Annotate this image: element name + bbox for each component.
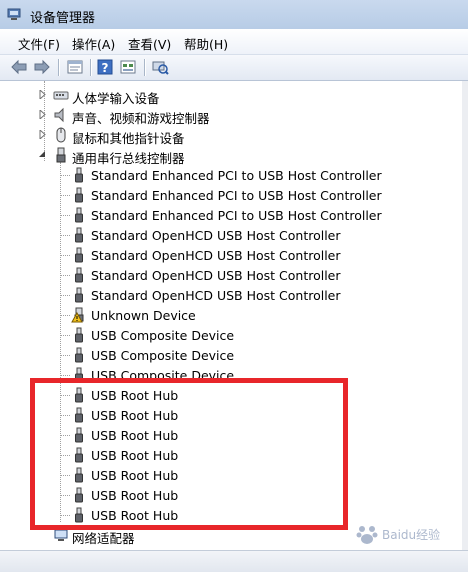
usb-plug-icon (75, 207, 83, 223)
view-icon[interactable] (119, 59, 137, 75)
usb-device-label: Standard OpenHCD USB Host Controller (91, 288, 341, 303)
tree-category-sound[interactable]: 声音、视频和游戏控制器 (0, 105, 460, 126)
usb-device-row[interactable]: Unknown Device (0, 305, 460, 325)
tree-connector (61, 355, 70, 356)
tree-connector (61, 195, 70, 196)
back-arrow-icon[interactable] (10, 59, 28, 75)
tree-connector (61, 315, 70, 316)
usb-device-label: USB Composite Device (91, 328, 235, 343)
tree-connector (61, 295, 70, 296)
forward-arrow-icon[interactable] (33, 59, 51, 75)
menu-bar: 文件(F) 操作(A) 查看(V) 帮助(H) (0, 29, 468, 55)
menu-help[interactable]: 帮助(H) (184, 34, 228, 53)
watermark-text: Baidu经验 (382, 528, 441, 542)
usb-device-row[interactable]: Standard OpenHCD USB Host Controller (0, 265, 460, 285)
menu-view[interactable]: 查看(V) (128, 34, 171, 53)
usb-device-row[interactable]: Standard Enhanced PCI to USB Host Contro… (0, 185, 460, 205)
mouse-icon (56, 127, 66, 143)
usb-device-row[interactable]: USB Composite Device (0, 325, 460, 345)
tree-connector (61, 215, 70, 216)
usb-plug-icon (75, 247, 83, 263)
tree-category-hid[interactable]: 人体学输入设备 (0, 85, 460, 106)
warning-device-icon (71, 307, 84, 323)
usb-device-row[interactable]: Standard Enhanced PCI to USB Host Contro… (0, 205, 460, 225)
tree-category-mouse[interactable]: 鼠标和其他指针设备 (0, 125, 460, 146)
usb-device-row[interactable]: USB Composite Device (0, 345, 460, 365)
usb-plug-icon (75, 227, 83, 243)
properties-icon[interactable] (66, 59, 84, 75)
paw-logo-icon (356, 526, 378, 544)
expand-arrow-icon[interactable] (39, 110, 47, 119)
status-bar (0, 550, 468, 572)
usb-plug-icon (75, 267, 83, 283)
usb-device-row[interactable]: Standard Enhanced PCI to USB Host Contro… (0, 165, 460, 185)
title-bar[interactable]: 设备管理器 (0, 0, 468, 29)
highlight-annotation-box (30, 378, 348, 530)
usb-device-label: Unknown Device (91, 308, 196, 323)
menu-file[interactable]: 文件(F) (18, 34, 60, 53)
usb-plug-icon (75, 167, 83, 183)
usb-device-row[interactable]: Standard OpenHCD USB Host Controller (0, 245, 460, 265)
usb-device-row[interactable]: Standard OpenHCD USB Host Controller (0, 225, 460, 245)
tree-connector (61, 335, 70, 336)
toolbar-separator (144, 59, 146, 76)
usb-device-label: Standard Enhanced PCI to USB Host Contro… (91, 208, 382, 223)
usb-plug-icon (75, 327, 83, 343)
usb-device-label: Standard Enhanced PCI to USB Host Contro… (91, 168, 382, 183)
usb-device-label: Standard OpenHCD USB Host Controller (91, 268, 341, 283)
svg-text:?: ? (102, 61, 109, 75)
usb-device-label: Standard Enhanced PCI to USB Host Contro… (91, 188, 382, 203)
usb-device-label: Standard OpenHCD USB Host Controller (91, 248, 341, 263)
usb-plug-icon (75, 347, 83, 363)
category-label: 网络适配器 (72, 531, 135, 546)
window-title: 设备管理器 (30, 11, 96, 26)
usb-device-row[interactable]: Standard OpenHCD USB Host Controller (0, 285, 460, 305)
hid-icon (53, 91, 69, 100)
usb-controller-icon (56, 147, 66, 163)
usb-plug-icon (75, 187, 83, 203)
toolbar-separator (58, 59, 60, 76)
tree-category-usb[interactable]: 通用串行总线控制器 (0, 145, 460, 166)
usb-device-label: Standard OpenHCD USB Host Controller (91, 228, 341, 243)
tree-connector (61, 255, 70, 256)
tree-connector (61, 275, 70, 276)
toolbar: ? (0, 55, 468, 81)
vertical-scrollbar[interactable] (462, 81, 468, 550)
help-icon[interactable]: ? (96, 59, 114, 75)
usb-plug-icon (75, 287, 83, 303)
menu-action[interactable]: 操作(A) (72, 34, 115, 53)
device-manager-icon (7, 8, 21, 20)
usb-device-label: USB Composite Device (91, 348, 235, 363)
expand-arrow-icon[interactable] (39, 130, 47, 139)
scan-hardware-icon[interactable] (151, 59, 169, 75)
toolbar-separator (90, 59, 92, 76)
baidu-watermark: Baidu经验 (352, 520, 464, 548)
speaker-icon (54, 107, 64, 123)
tree-connector (61, 175, 70, 176)
expand-arrow-icon[interactable] (39, 90, 47, 99)
collapse-arrow-icon[interactable] (38, 150, 46, 159)
tree-connector (61, 375, 70, 376)
tree-connector (61, 235, 70, 236)
